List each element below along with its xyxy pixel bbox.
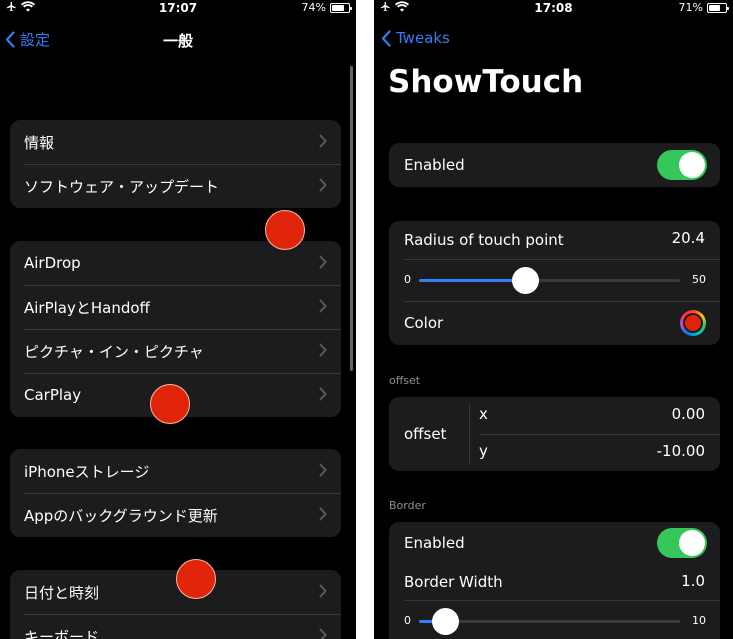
back-label: Tweaks (396, 29, 450, 47)
list-item[interactable]: キーボード (10, 614, 341, 639)
offset-card: offset x 0.00 y -10.00 (389, 397, 720, 471)
chevron-left-icon (381, 29, 391, 47)
right-screen: 17:08 71% Tweaks ShowTouch Enabled Radiu… (374, 0, 733, 639)
list-item-label: ソフトウェア・アップデート (24, 177, 220, 196)
color-swatch (685, 315, 701, 331)
offset-label: offset (404, 425, 447, 443)
page-title: 一般 (162, 32, 193, 50)
border-enabled-row: Enabled (389, 522, 720, 564)
battery-icon (330, 2, 352, 13)
color-well[interactable] (680, 310, 706, 336)
left-screen: 17:07 74% 設定 一般 情報 ソフトウェア・アップデート AirDrop… (0, 0, 356, 639)
border-width-label: Border Width (404, 573, 503, 591)
list-item-label: キーボード (24, 627, 100, 639)
battery-percent: 74% (301, 1, 326, 14)
chevron-right-icon (319, 343, 327, 357)
touch-point-indicator (265, 210, 305, 250)
chevron-right-icon (319, 387, 327, 401)
list-item-label: iPhoneストレージ (24, 462, 150, 481)
list-item[interactable]: iPhoneストレージ (10, 449, 341, 493)
radius-label: Radius of touch point (404, 231, 564, 249)
slider-thumb[interactable] (512, 267, 540, 294)
enabled-toggle[interactable] (657, 150, 707, 180)
enabled-card: Enabled (389, 143, 720, 187)
list-item[interactable]: Appのバックグラウンド更新 (10, 493, 341, 537)
section-header-border: Border (389, 499, 426, 512)
border-width-slider[interactable] (419, 608, 680, 635)
status-bar: 17:07 74% (0, 0, 356, 18)
chevron-right-icon (319, 255, 327, 269)
border-width-row: Border Width 1.0 (389, 564, 720, 600)
chevron-right-icon (319, 463, 327, 477)
radius-row: Radius of touch point 20.4 (389, 221, 720, 259)
status-bar: 17:08 71% (374, 0, 733, 18)
list-item-label: 日付と時刻 (24, 583, 100, 602)
radius-slider-row: 0 50 (389, 259, 720, 301)
radius-slider[interactable] (419, 267, 680, 294)
offset-y-row[interactable]: y -10.00 (470, 434, 720, 471)
chevron-right-icon (319, 134, 327, 148)
list-item-label: Appのバックグラウンド更新 (24, 506, 218, 525)
touch-point-indicator (176, 559, 216, 599)
back-button[interactable]: Tweaks (381, 29, 450, 47)
border-slider-row: 0 10 (389, 600, 720, 639)
slider-max-label: 10 (692, 614, 706, 627)
battery-icon (707, 2, 729, 13)
border-enabled-label: Enabled (404, 534, 465, 552)
border-card: Enabled Border Width 1.0 0 10 (389, 522, 720, 639)
list-item-label: ピクチャ・イン・ピクチャ (24, 342, 204, 361)
offset-y-label: y (479, 442, 488, 460)
nav-bar: 設定 一般 (0, 18, 356, 60)
list-item-label: 情報 (24, 133, 55, 152)
offset-x-label: x (479, 405, 488, 423)
list-item-label: AirDrop (24, 254, 81, 272)
border-width-value: 1.0 (681, 572, 705, 590)
toggle-knob (679, 530, 705, 556)
list-item[interactable]: AirPlayとHandoff (10, 285, 341, 329)
chevron-right-icon (319, 299, 327, 313)
scroll-indicator (350, 66, 353, 371)
color-row[interactable]: Color (389, 301, 720, 345)
touch-point-indicator (150, 384, 190, 424)
settings-group: 情報 ソフトウェア・アップデート (10, 120, 341, 208)
nav-bar: Tweaks (374, 18, 733, 60)
slider-thumb[interactable] (432, 608, 460, 635)
slider-min-label: 0 (404, 273, 411, 286)
section-header-offset: offset (389, 374, 421, 387)
enabled-label: Enabled (404, 156, 465, 174)
border-enabled-toggle[interactable] (657, 528, 707, 558)
chevron-right-icon (319, 507, 327, 521)
offset-x-row[interactable]: x 0.00 (470, 397, 720, 434)
toggle-knob (679, 152, 705, 178)
settings-group: iPhoneストレージ Appのバックグラウンド更新 (10, 449, 341, 537)
slider-min-label: 0 (404, 614, 411, 627)
chevron-right-icon (319, 178, 327, 192)
color-label: Color (404, 314, 444, 332)
page-title: ShowTouch (388, 64, 584, 100)
list-item[interactable]: ソフトウェア・アップデート (10, 164, 341, 208)
slider-fill (419, 279, 526, 282)
enabled-row: Enabled (389, 143, 720, 187)
list-item[interactable]: 情報 (10, 120, 341, 164)
slider-max-label: 50 (692, 273, 706, 286)
radius-card: Radius of touch point 20.4 0 50 Color (389, 221, 720, 345)
list-item[interactable]: ピクチャ・イン・ピクチャ (10, 329, 341, 373)
radius-value: 20.4 (671, 229, 705, 247)
list-item-label: AirPlayとHandoff (24, 298, 150, 317)
chevron-right-icon (319, 628, 327, 639)
battery-percent: 71% (678, 1, 703, 14)
offset-x-value[interactable]: 0.00 (672, 405, 705, 423)
settings-list[interactable]: 情報 ソフトウェア・アップデート AirDrop AirPlayとHandoff… (0, 61, 356, 639)
offset-y-value[interactable]: -10.00 (657, 442, 705, 460)
list-item-label: CarPlay (24, 386, 82, 404)
chevron-right-icon (319, 584, 327, 598)
